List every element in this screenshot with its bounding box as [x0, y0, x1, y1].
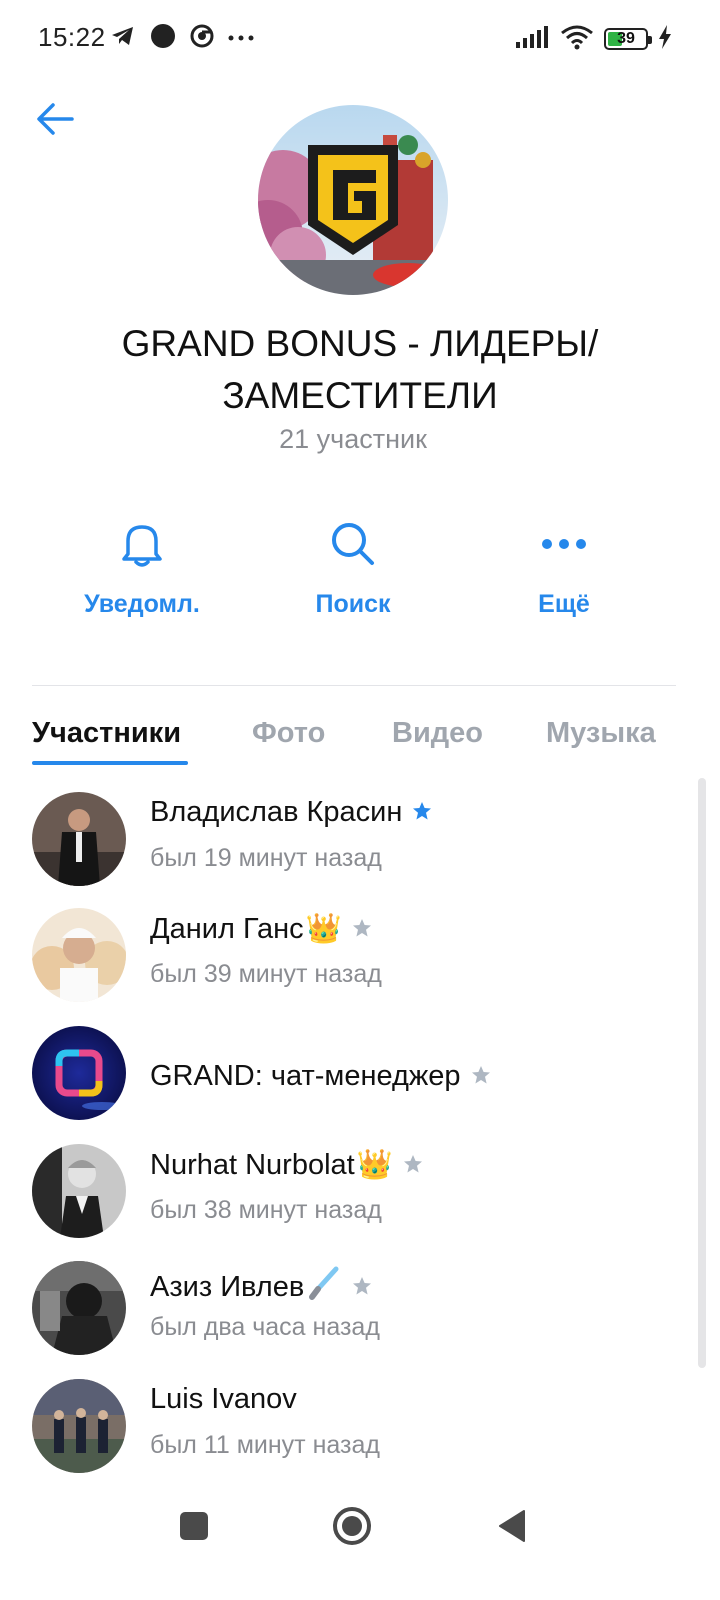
- star-icon: [352, 913, 372, 946]
- tab-bar: Участники Фото Видео Музыка: [0, 705, 720, 765]
- member-item[interactable]: Luis Ivanov был 11 минут назад: [0, 1379, 690, 1489]
- member-name: Luis Ivanov: [150, 1383, 297, 1416]
- member-name-text: GRAND: чат-менеджер: [150, 1060, 461, 1092]
- more-icon: [228, 29, 254, 47]
- tab-photo[interactable]: Фото: [252, 717, 325, 750]
- recents-button[interactable]: [164, 1498, 224, 1558]
- status-system-icons: 39: [516, 24, 672, 54]
- back-nav-button[interactable]: [482, 1498, 542, 1558]
- member-status: был 39 минут назад: [150, 960, 382, 988]
- member-name: Nurhat Nurbolat 👑: [150, 1148, 423, 1182]
- group-avatar[interactable]: [258, 105, 448, 295]
- battery-icon: 39: [604, 28, 652, 50]
- avatar: [32, 1026, 126, 1120]
- member-item[interactable]: Азиз Ивлев был два часа назад: [0, 1261, 690, 1371]
- crown-emoji: 👑: [305, 913, 342, 945]
- member-status: был два часа назад: [150, 1313, 380, 1341]
- crown-emoji: 👑: [356, 1149, 393, 1181]
- member-name: GRAND: чат-менеджер: [150, 1060, 491, 1093]
- status-notification-icons: [110, 23, 254, 54]
- member-status: был 11 минут назад: [150, 1431, 380, 1459]
- member-name-text: Владислав Красин: [150, 796, 403, 828]
- member-item[interactable]: Nurhat Nurbolat 👑 был 38 минут назад: [0, 1144, 690, 1254]
- notifications-label: Уведомл.: [84, 590, 200, 618]
- avatar: [32, 792, 126, 886]
- signal-icon: [516, 25, 550, 53]
- dot-icon: [150, 23, 176, 54]
- status-bar: 15:22 39: [0, 0, 720, 80]
- notifications-button[interactable]: Уведомл.: [42, 520, 242, 630]
- charging-icon: [658, 24, 672, 54]
- star-icon: [471, 1060, 491, 1093]
- search-button[interactable]: Поиск: [253, 520, 453, 630]
- group-title: GRAND BONUS - ЛИДЕРЫ/ ЗАМЕСТИТЕЛИ: [121, 323, 599, 416]
- battery-percent: 39: [617, 30, 635, 47]
- member-item[interactable]: Владислав Красин был 19 минут назад: [0, 792, 690, 902]
- members-count[interactable]: 21 участник: [0, 424, 706, 455]
- avatar: [32, 1144, 126, 1238]
- square-icon: [179, 1511, 209, 1546]
- member-status: был 19 минут назад: [150, 844, 382, 872]
- chrome-icon: [190, 24, 214, 53]
- triangle-back-icon: [497, 1509, 527, 1548]
- bell-icon: [118, 520, 166, 568]
- more-button[interactable]: Ещё: [464, 520, 664, 630]
- search-icon: [329, 520, 377, 568]
- tab-members[interactable]: Участники: [32, 717, 181, 750]
- star-icon: [412, 796, 432, 829]
- member-name-text: Luis Ivanov: [150, 1383, 297, 1415]
- more-dots-icon: [540, 520, 588, 568]
- wifi-icon: [560, 24, 594, 55]
- member-name-text: Nurhat Nurbolat: [150, 1148, 355, 1181]
- arrow-left-icon: [35, 102, 75, 141]
- star-icon: [352, 1271, 372, 1304]
- action-bar: Уведомл. Поиск Ещё: [0, 520, 720, 630]
- status-time: 15:22: [38, 22, 106, 52]
- member-item[interactable]: Данил Ганс 👑 был 39 минут назад: [0, 908, 690, 1018]
- active-tab-indicator: [32, 761, 188, 765]
- back-button[interactable]: [30, 96, 80, 146]
- home-circle-icon: [332, 1506, 372, 1551]
- avatar: [32, 908, 126, 1002]
- telegram-icon: [110, 24, 136, 53]
- system-nav-bar: [0, 1478, 720, 1578]
- avatar: [32, 1379, 126, 1473]
- member-name-text: Азиз Ивлев: [150, 1270, 305, 1303]
- search-label: Поиск: [315, 590, 391, 618]
- member-status: был 38 минут назад: [150, 1196, 382, 1224]
- member-name-text: Данил Ганс: [150, 912, 304, 945]
- more-label: Ещё: [538, 590, 590, 618]
- avatar: [32, 1261, 126, 1355]
- scrollbar[interactable]: [698, 778, 706, 1368]
- member-item[interactable]: GRAND: чат-менеджер: [0, 1026, 690, 1136]
- member-name: Владислав Красин: [150, 796, 432, 829]
- star-icon: [403, 1149, 423, 1182]
- member-name: Азиз Ивлев: [150, 1265, 372, 1309]
- home-button[interactable]: [322, 1498, 382, 1558]
- lightsaber-emoji: [306, 1265, 342, 1309]
- tab-music[interactable]: Музыка: [546, 717, 656, 750]
- divider: [32, 685, 676, 686]
- member-name: Данил Ганс 👑: [150, 912, 372, 946]
- tab-video[interactable]: Видео: [392, 717, 483, 750]
